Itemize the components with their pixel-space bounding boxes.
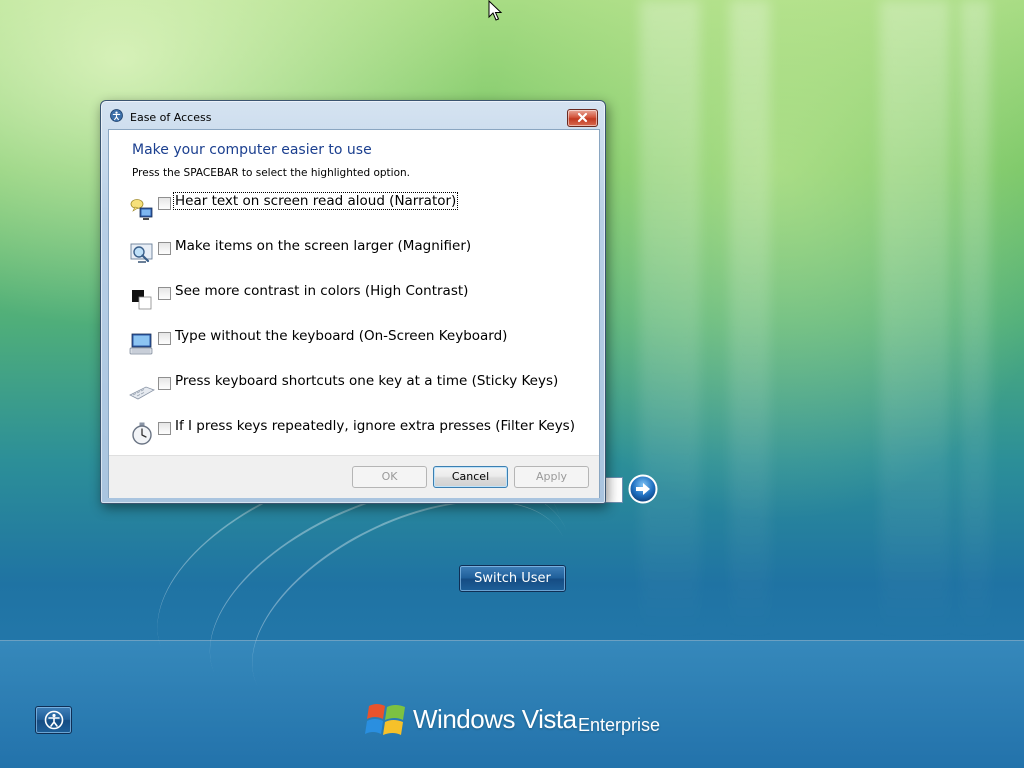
high-contrast-option-label[interactable]: See more contrast in colors (High Contra… [174, 283, 469, 299]
light-streak [960, 0, 990, 640]
sticky-keys-checkbox[interactable] [158, 377, 171, 390]
close-button[interactable] [567, 109, 598, 127]
ease-of-access-button[interactable] [35, 706, 72, 734]
desktop-background: Switch User Windows Vista Enterprise Eas… [0, 0, 1024, 768]
apply-button[interactable]: Apply [514, 466, 589, 488]
arrow-right-icon[interactable] [628, 474, 658, 504]
product-edition: Enterprise [578, 715, 661, 735]
mouse-pointer-icon [488, 0, 503, 21]
narrator-icon [130, 199, 153, 220]
dialog-button-bar: OK Cancel Apply [109, 455, 599, 498]
sticky-keys-icon [129, 386, 155, 400]
on-screen-keyboard-option-label[interactable]: Type without the keyboard (On-Screen Key… [174, 328, 508, 344]
ease-of-access-dialog: Ease of Access Make your computer easier… [100, 100, 606, 504]
sticky-keys-option-label[interactable]: Press keyboard shortcuts one key at a ti… [174, 373, 559, 389]
dialog-heading: Make your computer easier to use [132, 142, 372, 158]
filter-keys-checkbox[interactable] [158, 422, 171, 435]
high-contrast-icon [132, 290, 152, 310]
cancel-button[interactable]: Cancel [433, 466, 508, 488]
on-screen-keyboard-icon [129, 333, 153, 355]
on-screen-keyboard-checkbox[interactable] [158, 332, 171, 345]
light-streak [730, 0, 770, 640]
magnifier-option-label[interactable]: Make items on the screen larger (Magnifi… [174, 238, 472, 254]
windows-flag-icon [365, 704, 405, 735]
switch-user-button[interactable]: Switch User [459, 565, 566, 592]
dialog-content: Make your computer easier to use Press t… [108, 129, 600, 498]
light-streak [880, 0, 950, 640]
filter-keys-option-label[interactable]: If I press keys repeatedly, ignore extra… [174, 418, 576, 434]
ease-of-access-icon [110, 109, 123, 122]
title-bar[interactable]: Ease of Access [101, 101, 605, 129]
light-streak [640, 0, 700, 640]
magnifier-icon [130, 243, 153, 263]
dialog-instruction: Press the SPACEBAR to select the highlig… [132, 167, 410, 179]
window-title: Ease of Access [130, 111, 212, 124]
password-input[interactable] [604, 477, 623, 503]
narrator-option-label[interactable]: Hear text on screen read aloud (Narrator… [172, 192, 459, 210]
ease-of-access-icon [44, 710, 64, 730]
filter-keys-icon [132, 422, 152, 445]
magnifier-checkbox[interactable] [158, 242, 171, 255]
narrator-checkbox[interactable] [158, 197, 171, 210]
product-name: Windows Vista [413, 704, 577, 734]
windows-branding: Windows Vista Enterprise [365, 696, 685, 744]
high-contrast-checkbox[interactable] [158, 287, 171, 300]
close-icon [577, 112, 588, 123]
ok-button[interactable]: OK [352, 466, 427, 488]
